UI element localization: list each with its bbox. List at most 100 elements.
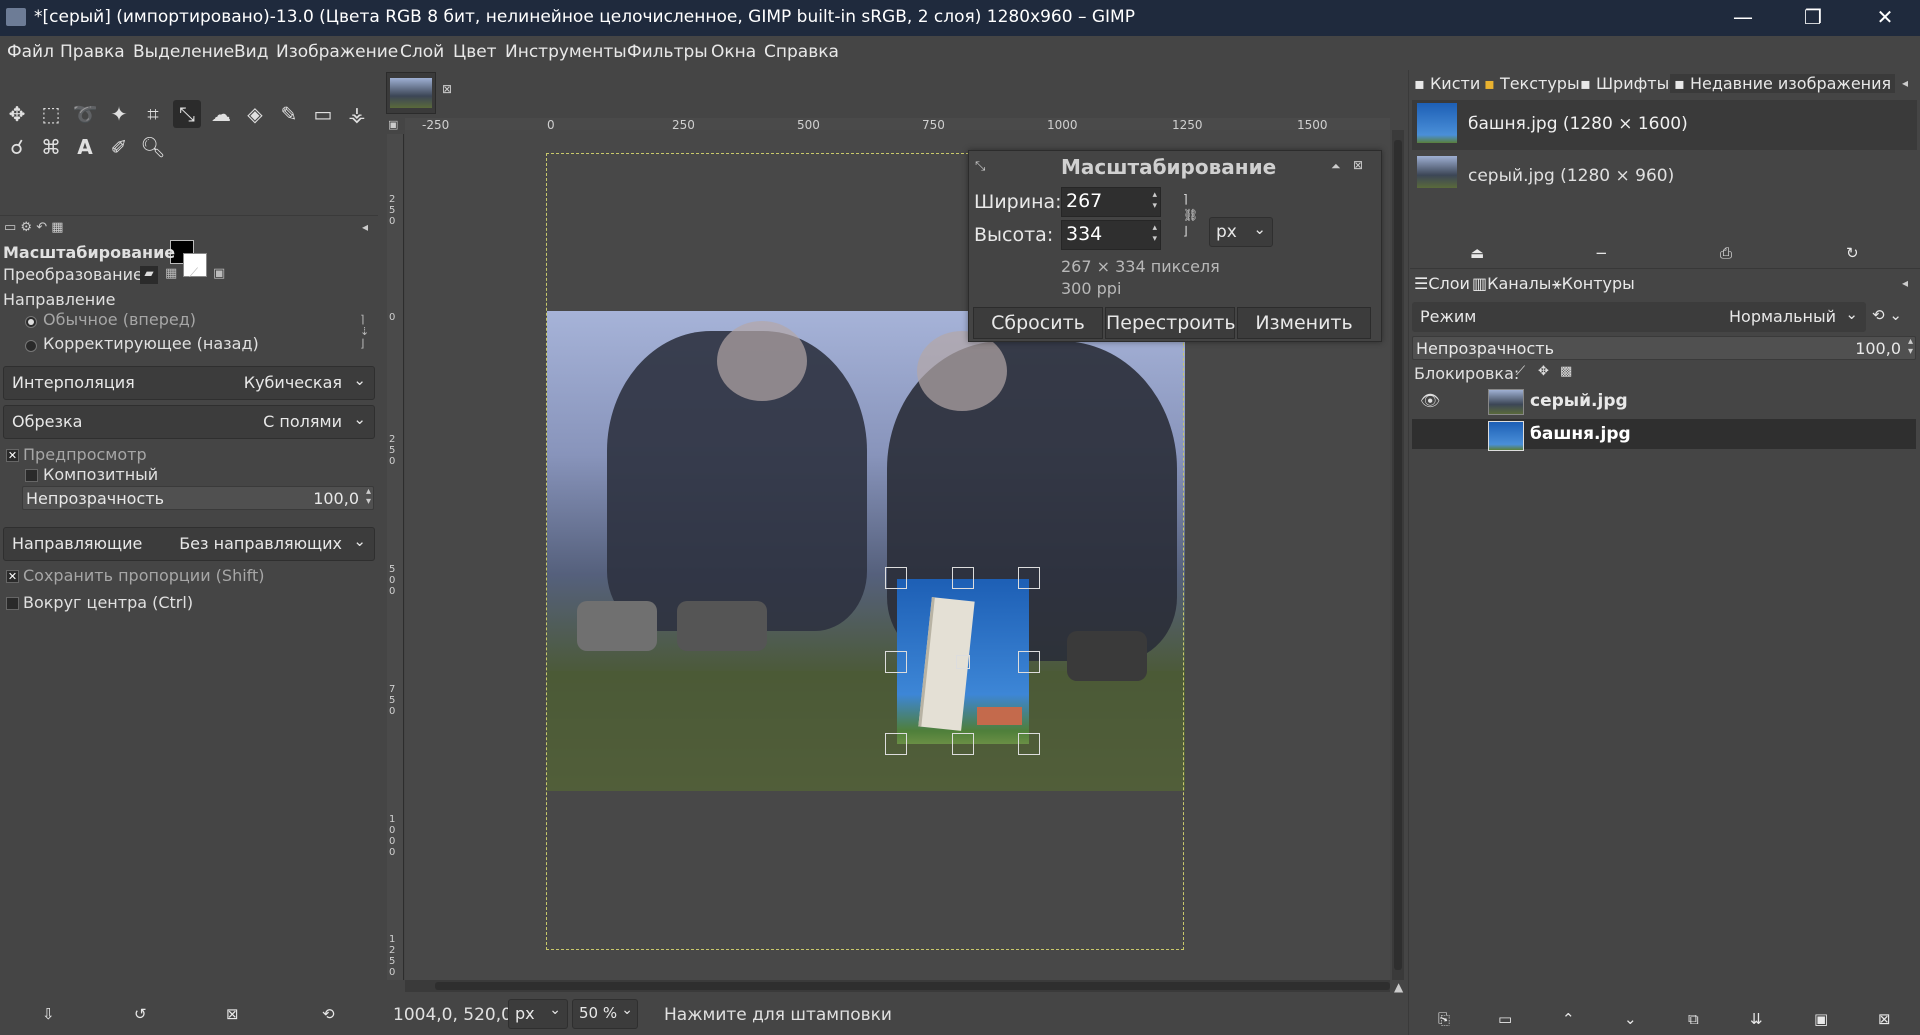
quick-mask-corner-icon[interactable]: ▣ — [388, 118, 398, 131]
preview-checkbox[interactable]: ✕ — [6, 449, 19, 462]
close-image-tab-icon[interactable]: ⊠ — [442, 82, 452, 96]
lasso-tool-icon[interactable]: ➰ — [71, 100, 99, 128]
transform-handle-l[interactable] — [885, 651, 907, 673]
paintbrush-tool-icon[interactable]: ✎ — [275, 100, 303, 128]
unit-combo[interactable]: px ⌄ — [1209, 217, 1273, 247]
tool-options-tab-icons[interactable]: ▭ ⚙ ↶ ▦ — [4, 220, 64, 235]
menu-select[interactable]: Выделение — [133, 42, 234, 62]
direction-forward-radio[interactable] — [25, 316, 37, 328]
menu-edit[interactable]: Правка — [60, 42, 125, 62]
menu-help[interactable]: Справка — [764, 42, 839, 62]
tab-channels[interactable]: ▥Каналы — [1472, 274, 1551, 293]
layer-opacity-slider[interactable]: Непрозрачность 100,0 ▴ ▾ — [1412, 336, 1916, 360]
rect-select-tool-icon[interactable]: ⬚ — [37, 100, 65, 128]
status-unit-combo[interactable]: px ⌄ — [508, 999, 568, 1029]
print-icon[interactable]: ⎙ — [1720, 244, 1732, 262]
transform-handle-r[interactable] — [1018, 651, 1040, 673]
clone-tool-icon[interactable]: ⚶ — [343, 100, 371, 128]
lock-pixels-icon[interactable]: ⟋ — [1516, 364, 1525, 379]
panel-menu-icon[interactable]: ◂ — [362, 220, 368, 234]
transform-handle-br[interactable] — [1018, 733, 1040, 755]
readjust-button[interactable]: Перестроить — [1105, 307, 1236, 339]
transform-layer-icon[interactable]: ▰ — [140, 266, 158, 284]
tab-brushes[interactable]: ▪ Кисти — [1414, 74, 1480, 93]
duplicate-layer-icon[interactable]: ⧉ — [1688, 1010, 1699, 1028]
lock-alpha-icon[interactable]: ▩ — [1560, 364, 1572, 379]
menu-colors[interactable]: Цвет — [453, 42, 497, 62]
text-tool-icon[interactable]: A — [71, 133, 99, 161]
crop-tool-icon[interactable]: ⌗ — [139, 100, 167, 128]
spin-arrows-icon[interactable]: ▴ ▾ — [1908, 337, 1913, 357]
menu-filters[interactable]: Фильтры — [627, 42, 708, 62]
move-tool-icon[interactable]: ✥ — [3, 100, 31, 128]
transform-selection-icon[interactable]: ▦ — [165, 266, 177, 281]
layer-row[interactable]: 👁︎ серый.jpg — [1412, 387, 1916, 417]
menu-windows[interactable]: Окна — [711, 42, 756, 62]
zoom-tool-icon[interactable]: 🔍︎ — [139, 133, 167, 161]
width-input[interactable]: 267 ▴ ▾ — [1061, 187, 1161, 217]
restore-options-icon[interactable]: ↺ — [134, 1005, 147, 1023]
navigate-icon[interactable]: ▲ — [1394, 980, 1403, 994]
warp-tool-icon[interactable]: ☁ — [207, 100, 235, 128]
transform-image-icon[interactable]: ▣ — [213, 266, 225, 281]
eraser-tool-icon[interactable]: ▭ — [309, 100, 337, 128]
raise-layer-icon[interactable]: ⌃ — [1562, 1010, 1575, 1028]
visibility-eye-icon[interactable]: 👁︎ — [1420, 391, 1440, 410]
scale-tool-icon[interactable]: ⤡ — [173, 100, 201, 128]
remove-entry-icon[interactable]: − — [1595, 244, 1608, 262]
delete-layer-icon[interactable]: ⊠ — [1878, 1010, 1891, 1028]
layer-row-selected[interactable]: башня.jpg — [1412, 419, 1916, 451]
merge-layer-icon[interactable]: ⇊ — [1750, 1010, 1763, 1028]
new-layer-group-icon[interactable]: ▭ — [1498, 1010, 1512, 1028]
guides-combo[interactable]: Направляющие Без направляющих ⌄ — [3, 527, 375, 561]
lower-layer-icon[interactable]: ⌄ — [1624, 1010, 1637, 1028]
smudge-tool-icon[interactable]: ☌ — [3, 133, 31, 161]
new-layer-icon[interactable]: ⎘ — [1438, 1010, 1450, 1028]
close-window-button[interactable]: ✕ — [1850, 0, 1920, 36]
tab-paths[interactable]: ⚹Контуры — [1552, 274, 1635, 294]
transform-handle-tr[interactable] — [1018, 567, 1040, 589]
recent-image-item[interactable]: башня.jpg (1280 × 1600) — [1412, 100, 1917, 150]
direction-toggle-icon[interactable]: ⌉ ⇣ ⌋ — [360, 314, 369, 350]
interpolation-combo[interactable]: Интерполяция Кубическая ⌄ — [3, 366, 375, 400]
composite-checkbox[interactable] — [25, 469, 38, 482]
minimize-button[interactable]: — — [1708, 0, 1778, 36]
dock-menu-icon[interactable]: ◂ — [1902, 276, 1908, 290]
maximize-button[interactable]: ❐ — [1778, 0, 1848, 36]
reset-options-icon[interactable]: ⟲ — [322, 1005, 335, 1023]
tab-layers[interactable]: ☰Слои — [1414, 274, 1470, 293]
chain-link-icon[interactable]: ⌉ ⛓ ⌋ — [1183, 191, 1198, 239]
transform-handle-center[interactable] — [956, 655, 970, 669]
delete-options-icon[interactable]: ⊠ — [226, 1005, 239, 1023]
bucket-fill-tool-icon[interactable]: ◈ — [241, 100, 269, 128]
vertical-scrollbar[interactable] — [1392, 130, 1404, 980]
scale-button[interactable]: Изменить — [1237, 307, 1371, 339]
transform-handle-bl[interactable] — [885, 733, 907, 755]
transform-handle-b[interactable] — [952, 733, 974, 755]
fuzzy-select-tool-icon[interactable]: ✦ — [105, 100, 133, 128]
refresh-icon[interactable]: ↻ — [1846, 244, 1859, 262]
color-picker-tool-icon[interactable]: ✐ — [105, 133, 133, 161]
lock-position-icon[interactable]: ✥ — [1538, 364, 1549, 379]
recent-image-item[interactable]: серый.jpg (1280 × 960) — [1412, 152, 1917, 202]
transform-handle-t[interactable] — [952, 567, 974, 589]
menu-file[interactable]: Файл — [7, 42, 54, 62]
around-center-checkbox[interactable] — [6, 597, 19, 610]
horizontal-scrollbar[interactable] — [405, 980, 1390, 992]
height-input[interactable]: 334 ▴ ▾ — [1061, 220, 1161, 250]
opacity-slider[interactable]: Непрозрачность 100,0 ▴ ▾ — [22, 486, 374, 510]
paths-tool-icon[interactable]: ⌘ — [37, 133, 65, 161]
tab-patterns[interactable]: ▪ Текстуры — [1484, 74, 1580, 93]
dialog-close-icon[interactable]: ⊠ — [1353, 158, 1363, 172]
dialog-pin-icon[interactable]: ⏶ — [1331, 159, 1341, 174]
menu-view[interactable]: Вид — [234, 42, 268, 62]
zoom-combo[interactable]: 50 % ⌄ — [572, 999, 638, 1029]
save-options-icon[interactable]: ⇩ — [42, 1005, 55, 1023]
composite-mode-icon[interactable]: ⟲ ⌄ — [1872, 306, 1902, 324]
menu-layer[interactable]: Слой — [400, 42, 444, 62]
keep-aspect-checkbox[interactable]: ✕ — [6, 570, 19, 583]
transform-path-icon[interactable]: ⟋ — [189, 266, 198, 281]
menu-tools[interactable]: Инструменты — [505, 42, 627, 62]
spin-arrows-icon[interactable]: ▴ ▾ — [366, 487, 371, 507]
direction-backward-radio[interactable] — [25, 340, 37, 352]
